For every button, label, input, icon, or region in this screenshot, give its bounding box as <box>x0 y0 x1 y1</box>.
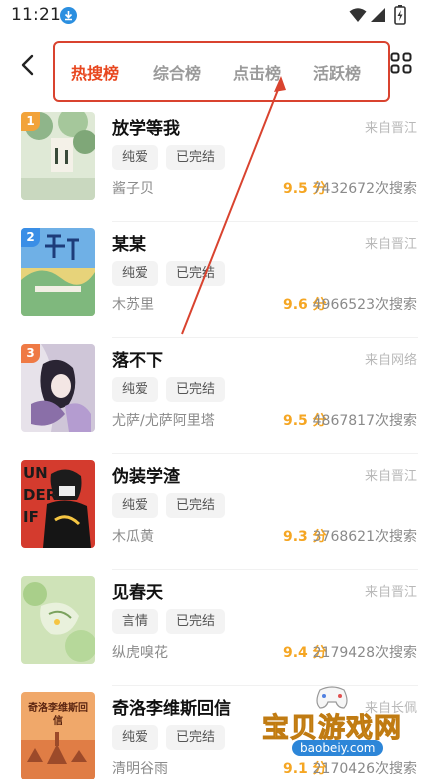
download-icon <box>60 7 77 24</box>
book-author: 清明谷雨 <box>112 761 168 777</box>
status-bar: 11:21 <box>0 0 438 32</box>
book-list-item[interactable]: 见春天 来自晋江 言情 已完结 纵虎嗅花 9.4 分 2179428次搜索 <box>0 570 438 686</box>
book-tag: 纯爱 <box>112 725 159 750</box>
svg-text:UN: UN <box>23 464 48 482</box>
chevron-left-icon[interactable] <box>14 50 44 80</box>
wifi-icon <box>349 8 367 22</box>
book-tag: 纯爱 <box>112 145 159 170</box>
book-status-tag: 已完结 <box>166 493 226 518</box>
book-title: 伪装学渣 <box>112 467 180 487</box>
tab-hot-search[interactable]: 热搜榜 <box>71 60 119 84</box>
book-search-count: 2170426次搜索 <box>312 761 417 777</box>
book-cover: 3 <box>21 344 95 432</box>
book-search-count: 7432672次搜索 <box>312 181 417 197</box>
book-status-tag: 已完结 <box>166 609 226 634</box>
svg-text:IF: IF <box>23 508 39 526</box>
book-list-item[interactable]: 2 某某 来自晋江 纯爱 已完结 木苏里 9.6 分 4966523次搜索 <box>0 222 438 338</box>
book-author: 木瓜黄 <box>112 529 154 545</box>
book-tag: 纯爱 <box>112 261 159 286</box>
book-search-count: 2179428次搜索 <box>312 645 417 661</box>
book-tag: 纯爱 <box>112 493 159 518</box>
tab-clicks[interactable]: 点击榜 <box>233 60 281 84</box>
ranking-header: 热搜榜 综合榜 点击榜 活跃榜 <box>0 36 438 106</box>
book-title: 奇洛李维斯回信 <box>112 699 231 719</box>
book-cover: 奇洛李维斯回信 <box>21 692 95 779</box>
book-status-tag: 已完结 <box>166 377 226 402</box>
status-time: 11:21 <box>11 5 61 25</box>
book-list-item[interactable]: UN DER IF 伪装学渣 来自晋江 纯爱 已完结 木瓜黄 9.3 分 376… <box>0 454 438 570</box>
book-cover: UN DER IF <box>21 460 95 548</box>
book-cover: 2 <box>21 228 95 316</box>
book-search-count: 3768621次搜索 <box>312 529 417 545</box>
book-title: 某某 <box>112 235 146 255</box>
rank-badge: 3 <box>21 344 40 363</box>
book-cover-title: 奇洛李维斯回信 <box>28 703 88 727</box>
book-title: 放学等我 <box>112 119 180 139</box>
book-status-tag: 已完结 <box>166 725 226 750</box>
book-source: 来自晋江 <box>364 121 417 136</box>
rank-badge: 2 <box>21 228 40 247</box>
book-source: 来自晋江 <box>364 237 417 252</box>
book-source: 来自长佩 <box>364 701 417 716</box>
book-tag: 言情 <box>112 609 159 634</box>
signal-icon <box>371 8 385 22</box>
book-status-tag: 已完结 <box>166 261 226 286</box>
book-cover <box>21 576 95 664</box>
book-list-item[interactable]: 1 放学等我 来自晋江 纯爱 已完结 酱子贝 9.5 分 7432672次搜索 <box>0 106 438 222</box>
book-author: 尤萨/尤萨阿里塔 <box>112 413 215 429</box>
book-author: 酱子贝 <box>112 181 154 197</box>
book-title: 落不下 <box>112 351 163 371</box>
battery-charging-icon <box>394 5 406 25</box>
grid-icon[interactable] <box>390 52 412 74</box>
book-list-item[interactable]: 奇洛李维斯回信 奇洛李维斯回信 来自长佩 纯爱 已完结 清明谷雨 9.1 分 2… <box>0 686 438 779</box>
book-source: 来自晋江 <box>364 585 417 600</box>
tab-active[interactable]: 活跃榜 <box>313 60 361 84</box>
rank-badge: 1 <box>21 112 40 131</box>
tab-overall[interactable]: 综合榜 <box>153 60 201 84</box>
ranking-tabs: 热搜榜 综合榜 点击榜 活跃榜 <box>53 41 390 102</box>
book-tag: 纯爱 <box>112 377 159 402</box>
book-title: 见春天 <box>112 583 163 603</box>
book-source: 来自晋江 <box>364 469 417 484</box>
book-search-count: 4867817次搜索 <box>312 413 417 429</box>
book-author: 木苏里 <box>112 297 154 313</box>
book-cover: 1 <box>21 112 95 200</box>
book-source: 来自网络 <box>364 353 417 368</box>
book-list-item[interactable]: 3 落不下 来自网络 纯爱 已完结 尤萨/尤萨阿里塔 9.5 分 4867817… <box>0 338 438 454</box>
book-search-count: 4966523次搜索 <box>312 297 417 313</box>
book-status-tag: 已完结 <box>166 145 226 170</box>
book-author: 纵虎嗅花 <box>112 645 168 661</box>
